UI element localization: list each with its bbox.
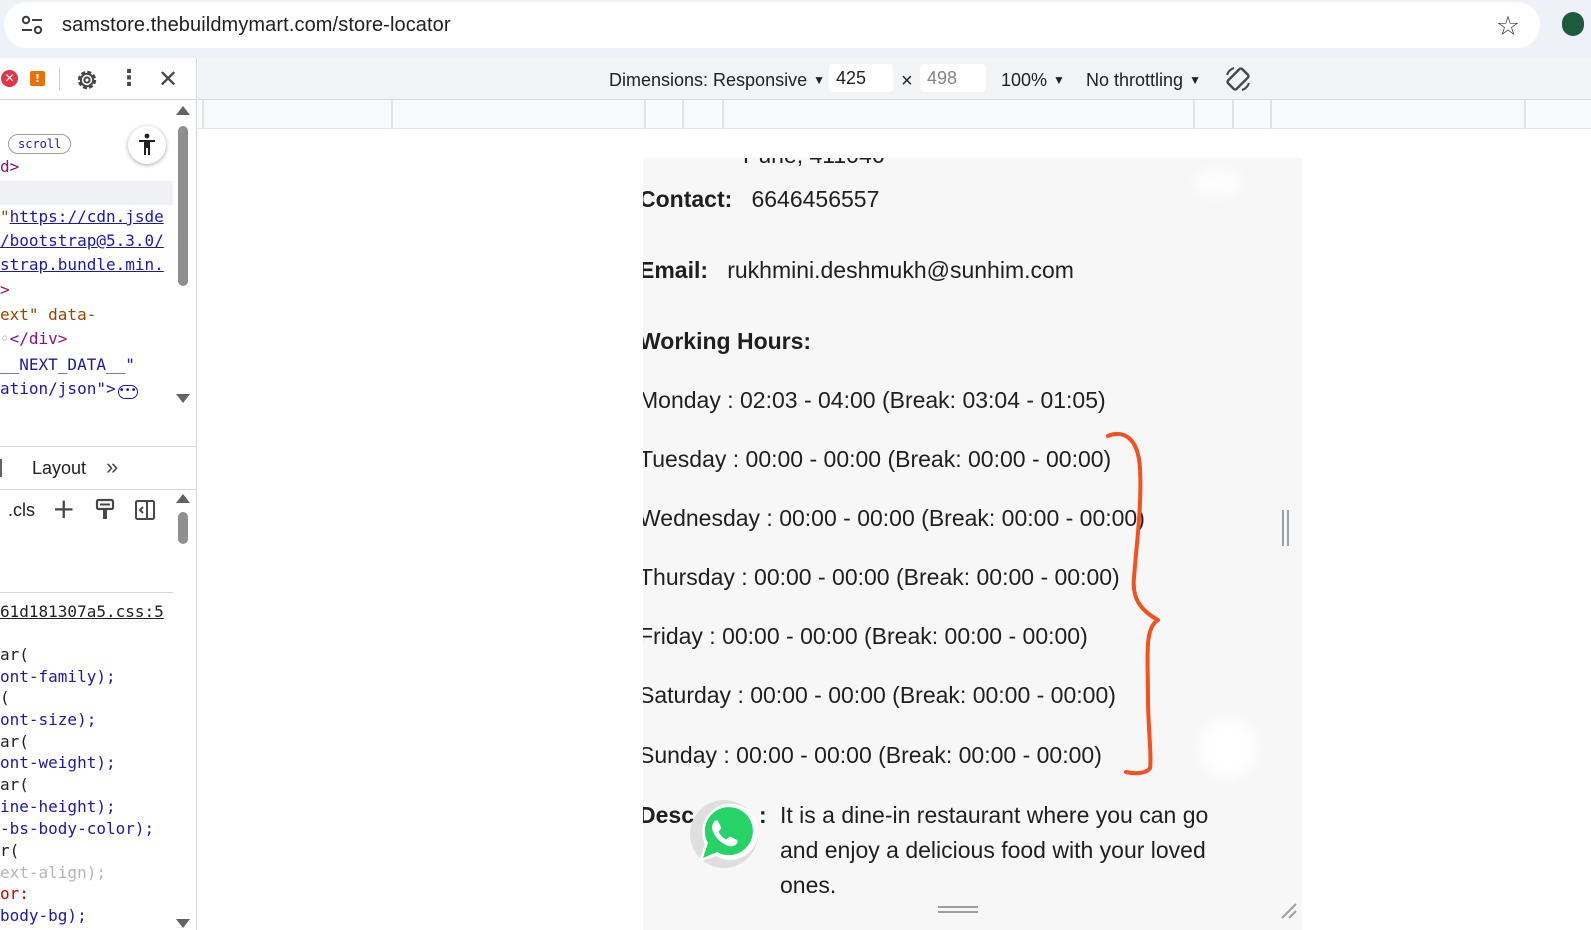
devtools-toolbar: ✕ ! ⋮ ✕ xyxy=(0,58,196,100)
tab-edge-marker xyxy=(0,459,2,477)
address-bar[interactable]: samstore.thebuildmymart.com/store-locato… xyxy=(4,2,1540,48)
new-style-rule-icon[interactable]: + xyxy=(52,494,75,524)
scroll-badge[interactable]: scroll xyxy=(8,134,72,154)
rotate-icon[interactable] xyxy=(1223,64,1253,94)
css-line: body-bg); xyxy=(0,906,87,925)
css-source-link[interactable]: 61d181307a5.css:5 xyxy=(0,601,164,623)
address-text: Pune, 411046 xyxy=(743,158,885,169)
hours-row: Monday : 02:03 - 04:00 (Break: 03:04 - 0… xyxy=(643,387,1106,413)
sidebar-tabs: Layout » xyxy=(0,446,196,490)
contact-row: Contact: 6646456557 xyxy=(643,186,880,212)
annotation-brace xyxy=(1106,431,1160,776)
dom-line[interactable]: ◦</div> xyxy=(0,328,67,350)
dimension-times-sign: × xyxy=(901,70,913,92)
devtools-panel: ✕ ! ⋮ ✕ scroll d> "https://cdn.jsde /boo… xyxy=(0,58,197,930)
viewport-resize-corner-icon[interactable] xyxy=(1278,900,1298,920)
dom-line[interactable]: > xyxy=(0,279,10,301)
css-line: ( xyxy=(0,688,10,707)
css-line: ar( xyxy=(0,775,29,794)
whatsapp-icon[interactable] xyxy=(687,796,761,870)
hours-row: Thursday : 00:00 - 00:00 (Break: 00:00 -… xyxy=(643,564,1120,590)
dom-line[interactable]: ation/json"> ••• xyxy=(0,378,138,400)
css-line: ont-weight); xyxy=(0,753,116,772)
sidebar-toggle-icon[interactable] xyxy=(134,498,156,522)
more-tabs-icon[interactable]: » xyxy=(106,454,118,480)
selected-dom-row[interactable] xyxy=(0,181,173,205)
styles-scrollbar-top[interactable] xyxy=(176,494,190,544)
hours-row: Wednesday : 00:00 - 00:00 (Break: 00:00 … xyxy=(643,505,1145,531)
working-hours-label: Working Hours: xyxy=(643,328,812,354)
zoom-dropdown[interactable]: 100% ▼ xyxy=(1001,70,1065,91)
expand-ellipsis-button[interactable]: ••• xyxy=(117,385,138,399)
css-line: ine-height); xyxy=(0,797,116,816)
dom-line[interactable]: ext" data- xyxy=(0,304,96,326)
dom-line[interactable]: d> xyxy=(0,156,19,178)
profile-avatar[interactable] xyxy=(1562,12,1584,36)
chevron-down-icon: ▼ xyxy=(813,73,825,87)
kebab-menu-icon[interactable]: ⋮ xyxy=(118,66,140,92)
close-icon[interactable]: ✕ xyxy=(156,66,180,92)
tune-icon[interactable] xyxy=(20,14,44,36)
dom-line[interactable]: /bootstrap@5.3.0/ xyxy=(0,230,164,252)
media-query-bar[interactable] xyxy=(198,100,1591,129)
css-line: ont-family); xyxy=(0,667,116,686)
dom-line[interactable]: "https://cdn.jsde xyxy=(0,206,164,228)
css-line: or: xyxy=(0,884,29,903)
email-value[interactable]: rukhmini.deshmukh@sunhim.com xyxy=(727,257,1074,283)
width-input[interactable]: 425 xyxy=(829,64,893,92)
css-line: ext-align); xyxy=(0,863,106,882)
viewport-resize-handle-right[interactable] xyxy=(1282,510,1290,546)
css-line: ar( xyxy=(0,732,29,751)
elements-scrollbar[interactable] xyxy=(176,106,190,403)
cls-toggle-button[interactable]: .cls xyxy=(8,500,35,521)
hours-row: Friday : 00:00 - 00:00 (Break: 00:00 - 0… xyxy=(643,623,1088,649)
throttling-dropdown[interactable]: No throttling ▼ xyxy=(1086,70,1201,91)
paint-brush-icon[interactable] xyxy=(94,498,116,522)
css-line: r( xyxy=(0,841,20,860)
dimensions-dropdown[interactable]: Dimensions: Responsive ▼ xyxy=(609,70,825,91)
styles-toolbar: .cls + xyxy=(0,490,196,544)
styles-pane[interactable]: 61d181307a5.css:5 ar( ont-family); ( ont… xyxy=(0,532,196,930)
error-count-icon[interactable]: ✕ xyxy=(1,70,18,87)
tab-layout[interactable]: Layout xyxy=(32,458,86,479)
description-text: It is a dine-in restaurant where you can… xyxy=(780,802,1209,898)
css-line: ar( xyxy=(0,645,29,664)
chevron-down-icon: ▼ xyxy=(1189,73,1201,87)
dom-line[interactable]: strap.bundle.min. xyxy=(0,254,164,276)
star-icon[interactable]: ☆ xyxy=(1494,12,1522,40)
toolbar-divider xyxy=(59,68,60,90)
browser-top-bar: samstore.thebuildmymart.com/store-locato… xyxy=(0,0,1591,58)
css-line: -bs-body-color); xyxy=(0,819,155,838)
viewport-resize-handle-bottom[interactable] xyxy=(938,906,978,914)
hours-row: Sunday : 00:00 - 00:00 (Break: 00:00 - 0… xyxy=(643,742,1102,768)
elements-tree[interactable]: scroll d> "https://cdn.jsde /bootstrap@5… xyxy=(0,100,196,446)
styles-divider xyxy=(0,592,173,593)
device-toolbar: Dimensions: Responsive ▼ 425 × 498 100% ▼ … xyxy=(198,58,1591,100)
styles-scrollbar-bottom[interactable] xyxy=(176,917,190,929)
hours-row: Saturday : 00:00 - 00:00 (Break: 00:00 -… xyxy=(643,682,1116,708)
warning-count-icon[interactable]: ! xyxy=(30,71,45,86)
hours-row: Tuesday : 00:00 - 00:00 (Break: 00:00 - … xyxy=(643,446,1112,472)
gear-icon[interactable] xyxy=(74,67,100,93)
chevron-down-icon: ▼ xyxy=(1053,73,1065,87)
contact-value[interactable]: 6646456557 xyxy=(751,186,879,212)
device-viewport[interactable]: Pune, 411046 Contact: 6646456557 Email: … xyxy=(643,158,1302,930)
email-row: Email: rukhmini.deshmukh@sunhim.com xyxy=(643,257,1074,283)
url-text[interactable]: samstore.thebuildmymart.com/store-locato… xyxy=(62,14,451,37)
height-input[interactable]: 498 xyxy=(920,64,986,92)
dom-line[interactable]: __NEXT_DATA__" xyxy=(0,354,135,376)
css-line: ont-size); xyxy=(0,710,97,729)
accessibility-icon[interactable] xyxy=(128,126,166,164)
